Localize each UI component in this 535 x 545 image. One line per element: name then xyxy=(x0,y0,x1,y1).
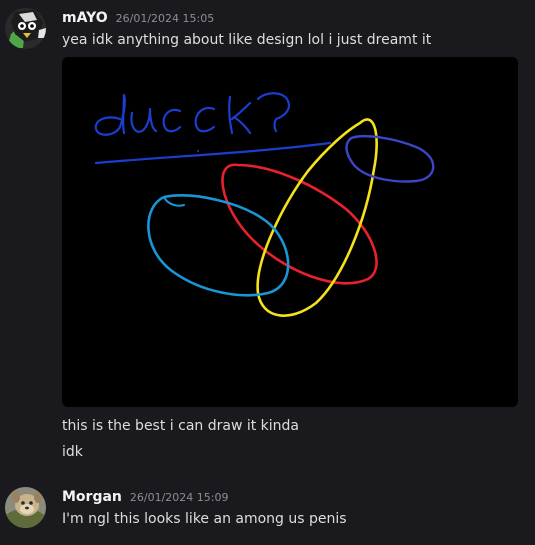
author-line-mayo: mAYO 26/01/2024 15:05 xyxy=(62,10,214,26)
author-line-morgan: Morgan 26/01/2024 15:09 xyxy=(62,489,229,505)
scribble-dot xyxy=(197,150,199,152)
avatar-mayo-image xyxy=(5,8,46,49)
message-text: this is the best i can draw it kinda xyxy=(62,418,300,434)
image-attachment[interactable] xyxy=(62,57,518,407)
message-text: yea idk anything about like design lol i… xyxy=(62,32,432,48)
duck-drawing xyxy=(94,92,435,317)
message-text: idk xyxy=(62,444,83,460)
avatar-morgan-image xyxy=(5,487,46,528)
message-text: I'm ngl this looks like an among us peni… xyxy=(62,511,347,527)
avatar-morgan[interactable] xyxy=(5,487,46,528)
message-group-morgan: Morgan 26/01/2024 15:09 I'm ngl this loo… xyxy=(0,480,535,540)
underline-stroke xyxy=(94,141,332,165)
purple-head-stroke xyxy=(345,134,435,183)
timestamp[interactable]: 26/01/2024 15:05 xyxy=(116,12,215,25)
username[interactable]: mAYO xyxy=(62,10,108,26)
blue-wing-tail xyxy=(163,196,185,207)
timestamp[interactable]: 26/01/2024 15:09 xyxy=(130,491,229,504)
avatar-mayo[interactable] xyxy=(5,8,46,49)
message-group-mayo: mAYO 26/01/2024 15:05 yea idk anything a… xyxy=(0,0,535,460)
username[interactable]: Morgan xyxy=(62,489,122,505)
duck-scribble-text xyxy=(94,92,290,136)
chat-log: mAYO 26/01/2024 15:05 yea idk anything a… xyxy=(0,0,535,545)
